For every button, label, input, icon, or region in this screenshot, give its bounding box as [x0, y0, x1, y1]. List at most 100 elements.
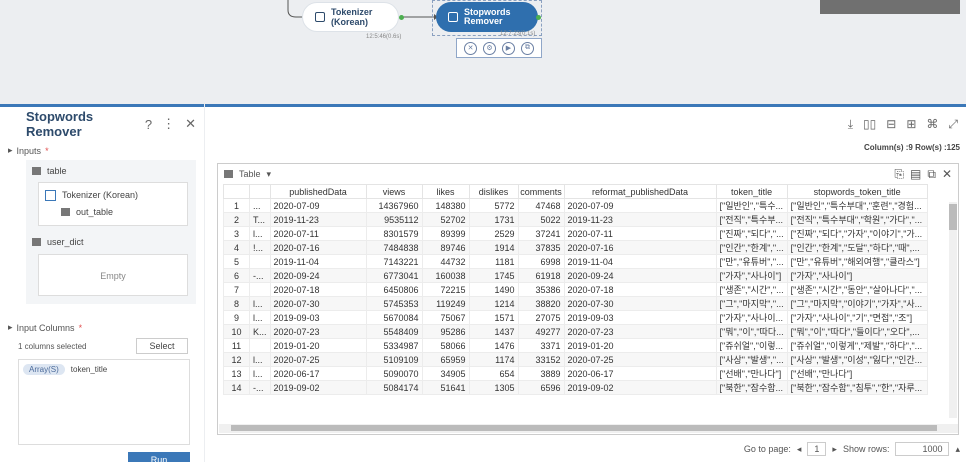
- table-row[interactable]: 1... 2020-07-09 14367960 148380 5772 47468 202…: [223, 198, 928, 213]
- table-cell: l...: [249, 296, 271, 311]
- data-output-panel: ⤓ ▯▯ ⊟ ⊞ ⌘ ⤢ Column(s) :9 Row(s) :125 Ta…: [205, 104, 966, 462]
- column-header[interactable]: dislikes: [468, 184, 519, 199]
- pagination: Go to page: ◂ 1 ▸ Show rows: 1000 ▴: [744, 442, 960, 456]
- table-cell: 35386: [517, 282, 565, 297]
- stopwords-icon: [448, 12, 458, 22]
- grid-icon[interactable]: ⊞: [906, 117, 916, 132]
- table-cell: 3: [223, 226, 250, 241]
- out-table-label: out_table: [76, 207, 114, 217]
- table-cell: 1731: [468, 212, 519, 227]
- connected-input[interactable]: Tokenizer (Korean) out_table: [38, 182, 188, 226]
- node-tokenizer-korean[interactable]: Tokenizer (Korean): [302, 2, 399, 32]
- table-cell: ["사상","발생","이성","잃다","인간...: [786, 352, 928, 367]
- table-cell: 6596: [517, 380, 565, 395]
- table-row[interactable]: 10 K... 2020-07-23 5548409 95286 1437 49277 202…: [223, 324, 928, 339]
- inputs-section-header[interactable]: ▸ Inputs *: [0, 141, 204, 160]
- prev-page-icon[interactable]: ◂: [797, 444, 802, 455]
- table-cell: ["전직","특수부...: [715, 212, 788, 227]
- node-stopwords-remover[interactable]: Stopwords Remover: [436, 2, 538, 32]
- table-row[interactable]: 9 l... 2019-09-03 5670084 75067 1571 27075 2019…: [223, 310, 928, 325]
- user-dict-dropzone[interactable]: Empty: [38, 254, 188, 296]
- column-header[interactable]: publishedData: [269, 184, 367, 199]
- split-columns-icon[interactable]: ▯▯: [863, 117, 876, 132]
- close-icon[interactable]: ✕: [185, 116, 196, 132]
- table-row[interactable]: 7 2020-07-18 6450806 72215 1490 35386 2020-07-…: [223, 282, 928, 297]
- output-port-dot[interactable]: [399, 15, 404, 20]
- table-stats: Column(s) :9 Row(s) :125: [863, 143, 960, 152]
- column-header[interactable]: token_title: [715, 184, 788, 199]
- table-row[interactable]: 13 l... 2020-06-17 5090070 34905 654 3889 2020-…: [223, 366, 928, 381]
- table-cell: 34905: [421, 366, 470, 381]
- copy-icon[interactable]: ⧉: [927, 167, 936, 182]
- output-port-dot[interactable]: [536, 15, 541, 20]
- table-row[interactable]: 12 l... 2020-07-25 5109109 65959 1174 33152 202…: [223, 352, 928, 367]
- export-icon[interactable]: ⎘: [894, 167, 904, 182]
- column-header[interactable]: [249, 184, 271, 199]
- download-icon[interactable]: ⤓: [848, 117, 853, 132]
- next-page-icon[interactable]: ▸: [832, 444, 837, 455]
- table-row[interactable]: 5 2019-11-04 7143221 44732 1181 6998 2019-11-0…: [223, 254, 928, 269]
- table-row[interactable]: 11 2019-01-20 5334987 58066 1476 3371 2019-01-…: [223, 338, 928, 353]
- column-header[interactable]: likes: [421, 184, 470, 199]
- input-columns-header[interactable]: ▸ Input Columns *: [0, 318, 204, 337]
- table-header-row: publishedData views likes dislikes comments r…: [223, 184, 928, 199]
- table-cell: 1476: [468, 338, 519, 353]
- table-row[interactable]: 3 l... 2020-07-11 8301579 89399 2529 37241 2020…: [223, 226, 928, 241]
- split-rows-icon[interactable]: ⊟: [886, 117, 896, 132]
- rows-per-page-select[interactable]: 1000: [895, 442, 950, 456]
- select-columns-button[interactable]: Select: [136, 338, 188, 354]
- page-input[interactable]: 1: [807, 442, 827, 456]
- run-button[interactable]: Run: [128, 452, 190, 462]
- expand-icon[interactable]: ⤢: [948, 117, 958, 132]
- table-row[interactable]: 8 l... 2020-07-30 5745353 119249 1214 38820 202…: [223, 296, 928, 311]
- table-row[interactable]: 4!... 2020-07-16 7484838 89746 1914 37835 2020…: [223, 240, 928, 255]
- table-cell: 12: [223, 352, 250, 367]
- table-cell: 38820: [517, 296, 565, 311]
- show-rows-label: Show rows:: [842, 444, 890, 454]
- chevron-down-icon[interactable]: ▾: [267, 169, 272, 180]
- table-cell: 2020-07-16: [269, 240, 367, 255]
- user-dict-label: user_dict: [47, 237, 84, 247]
- table-cell: 5548409: [365, 324, 423, 339]
- table-cell: ["진짜","되다","가자","이야기","가...: [786, 226, 928, 241]
- table-cell: 13: [223, 366, 250, 381]
- table-cell: ["그","마지막","이야기","가자","사...: [786, 296, 928, 311]
- table-cell: ["만","유튜버","...: [715, 254, 788, 269]
- table-cell: 2020-06-17: [269, 366, 367, 381]
- collapse-icon[interactable]: ⌘: [926, 117, 938, 132]
- more-icon[interactable]: ⋮: [162, 116, 175, 132]
- column-header[interactable]: reformat_publishedData: [563, 184, 717, 199]
- column-header[interactable]: views: [365, 184, 423, 199]
- table-cell: -...: [249, 380, 271, 395]
- table-cell: ["전직","특수부대","학원","가다","...: [786, 212, 928, 227]
- table-row[interactable]: 2 T... 2019-11-23 9535112 52702 1731 5022 2019-…: [223, 212, 928, 227]
- horizontal-scrollbar[interactable]: [219, 424, 958, 433]
- vertical-scrollbar[interactable]: [949, 202, 957, 418]
- table-cell: 2020-07-11: [563, 226, 717, 241]
- help-icon[interactable]: ?: [145, 117, 152, 132]
- column-header[interactable]: comments: [517, 184, 565, 199]
- chevron-up-icon[interactable]: ▴: [955, 444, 960, 455]
- table-icon: [32, 238, 41, 246]
- table-cell: 2019-09-03: [563, 310, 717, 325]
- table-cell: 44732: [421, 254, 470, 269]
- table-cell: ["진짜","되다","...: [715, 226, 788, 241]
- table-cell: 2020-07-23: [563, 324, 717, 339]
- minimap[interactable]: [820, 0, 960, 14]
- table-row[interactable]: 14 -... 2019-09-02 5084174 51641 1305 6596 2019…: [223, 380, 928, 395]
- close-icon[interactable]: ✕: [942, 167, 952, 182]
- settings-icon[interactable]: ⚙: [483, 41, 496, 55]
- play-icon[interactable]: ▶: [502, 41, 515, 55]
- copy-icon[interactable]: ⧉: [521, 41, 534, 55]
- columns-selected-text: 1 columns selected: [18, 341, 87, 351]
- workflow-canvas[interactable]: Tokenizer (Korean) 12:5:46(0.6s) Stopwor…: [0, 0, 966, 104]
- table-cell: ["생존","시간","...: [715, 282, 788, 297]
- required-marker: *: [45, 145, 49, 156]
- close-icon[interactable]: ✕: [464, 41, 477, 55]
- format-icon[interactable]: ▤: [910, 167, 921, 182]
- table-cell: 5109109: [365, 352, 423, 367]
- table-cell: ["가자","사나이...: [715, 310, 788, 325]
- column-header[interactable]: stopwords_token_title: [786, 184, 928, 199]
- table-row[interactable]: 6 -... 2020-09-24 6773041 160038 1745 61918 202…: [223, 268, 928, 283]
- column-header[interactable]: [223, 184, 250, 199]
